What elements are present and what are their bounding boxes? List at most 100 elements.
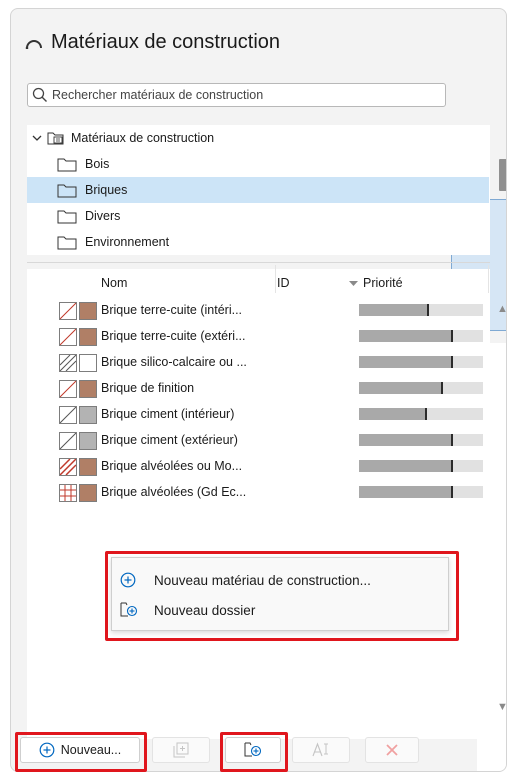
new-folder-icon: [244, 742, 262, 757]
priority-bar: [359, 434, 483, 446]
folder-icon: [57, 236, 77, 250]
hatch-pattern-icon: [59, 458, 77, 476]
menu-item-label: Nouveau matériau de construction...: [154, 572, 371, 588]
priority-bar-fill: [359, 304, 429, 316]
material-name: Brique ciment (intérieur): [101, 407, 235, 421]
bottom-toolbar: Nouveau...: [10, 732, 505, 772]
panel-title: Matériaux de construction: [25, 27, 280, 57]
new-button[interactable]: Nouveau...: [20, 737, 140, 763]
menu-item-label: Nouveau dossier: [154, 602, 256, 618]
tree-item-environnement[interactable]: Environnement: [27, 229, 489, 255]
priority-bar: [359, 460, 483, 472]
color-swatch: [79, 406, 97, 424]
priority-bar: [359, 330, 483, 342]
column-separator: [275, 265, 276, 293]
add-circle-icon: [39, 742, 55, 758]
delete-button[interactable]: [365, 737, 419, 763]
context-menu: Nouveau matériau de construction... Nouv…: [111, 557, 449, 631]
tree-item-label: Briques: [85, 183, 128, 197]
pane-divider[interactable]: [27, 262, 490, 263]
material-name: Brique terre-cuite (extéri...: [101, 329, 246, 343]
search-placeholder: Rechercher matériaux de construction: [52, 88, 264, 102]
table-row[interactable]: Brique alvéolées ou Mo...: [27, 453, 490, 479]
table-row[interactable]: Brique ciment (extérieur): [27, 427, 490, 453]
color-swatch: [79, 484, 97, 502]
add-circle-icon: [120, 572, 136, 588]
priority-bar-fill: [359, 408, 427, 420]
table-row[interactable]: Brique de finition: [27, 375, 490, 401]
color-swatch: [79, 328, 97, 346]
tree-item-label: Environnement: [85, 235, 170, 249]
material-name: Brique de finition: [101, 381, 195, 395]
new-folder-button[interactable]: [225, 737, 281, 763]
list-header: Nom ID Priorité: [27, 265, 490, 297]
column-header-priority[interactable]: Priorité: [363, 276, 403, 290]
folder-icon: [57, 184, 77, 198]
new-folder-icon: [120, 602, 138, 617]
material-name: Brique terre-cuite (intéri...: [101, 303, 243, 317]
duplicate-icon: [173, 742, 189, 758]
material-name: Brique alvéolées (Gd Ec...: [101, 485, 247, 499]
material-name: Brique ciment (extérieur): [101, 433, 238, 447]
priority-bar-fill: [359, 356, 453, 368]
building-materials-panel: Matériaux de construction Rechercher mat…: [10, 8, 507, 772]
folder-icon: [57, 210, 77, 224]
table-row[interactable]: Brique alvéolées (Gd Ec...: [27, 479, 490, 505]
search-row: Rechercher matériaux de construction: [27, 83, 506, 771]
tree-item-divers[interactable]: Divers: [27, 203, 489, 229]
tree-root[interactable]: Matériaux de construction: [27, 125, 489, 151]
priority-bar: [359, 304, 483, 316]
sort-desc-icon: [349, 281, 358, 286]
folder-icon: [57, 158, 77, 172]
material-name: Brique alvéolées ou Mo...: [101, 459, 243, 473]
priority-bar-fill: [359, 434, 453, 446]
hatch-pattern-icon: [59, 484, 77, 502]
folder-tree: Matériaux de construction Bois Briques D…: [27, 125, 490, 255]
rename-button[interactable]: [292, 737, 350, 763]
table-row[interactable]: Brique terre-cuite (intéri...: [27, 297, 490, 323]
priority-bar-fill: [359, 460, 453, 472]
priority-bar-fill: [359, 330, 453, 342]
search-input[interactable]: Rechercher matériaux de construction: [27, 83, 446, 107]
hatch-pattern-icon: [59, 380, 77, 398]
materials-list: Nom ID Priorité Brique terre-cuite (inté…: [27, 265, 490, 739]
chevron-down-icon[interactable]: [31, 132, 43, 144]
tree-root-label: Matériaux de construction: [71, 131, 215, 145]
hatch-pattern-icon: [59, 432, 77, 450]
tree-item-label: Divers: [85, 209, 121, 223]
arc-icon: [25, 40, 42, 49]
column-header-id[interactable]: ID: [277, 276, 290, 290]
column-separator: [488, 265, 489, 293]
tree-item-briques[interactable]: Briques: [27, 177, 489, 203]
table-row[interactable]: Brique terre-cuite (extéri...: [27, 323, 490, 349]
scroll-up-icon[interactable]: ▲: [497, 303, 506, 315]
menu-item-new-folder[interactable]: Nouveau dossier: [112, 596, 448, 624]
hatch-pattern-icon: [59, 406, 77, 424]
scroll-down-icon[interactable]: ▼: [497, 701, 506, 713]
delete-icon: [386, 744, 398, 756]
priority-bar-fill: [359, 486, 453, 498]
color-swatch: [79, 432, 97, 450]
hatch-pattern-icon: [59, 354, 77, 372]
table-row[interactable]: Brique ciment (intérieur): [27, 401, 490, 427]
priority-bar: [359, 356, 483, 368]
library-folder-icon: [47, 132, 64, 145]
menu-item-new-material[interactable]: Nouveau matériau de construction...: [112, 566, 448, 594]
color-swatch: [79, 302, 97, 320]
panel-title-text: Matériaux de construction: [51, 30, 281, 53]
search-icon: [32, 87, 47, 102]
hatch-pattern-icon: [59, 328, 77, 346]
column-header-name[interactable]: Nom: [101, 276, 127, 290]
material-name: Brique silico-calcaire ou ...: [101, 355, 247, 369]
color-swatch: [79, 380, 97, 398]
duplicate-button[interactable]: [152, 737, 210, 763]
hatch-pattern-icon: [59, 302, 77, 320]
tree-item-bois[interactable]: Bois: [27, 151, 489, 177]
color-swatch: [79, 354, 97, 372]
priority-bar: [359, 486, 483, 498]
tree-scrollbar-thumb[interactable]: [499, 159, 506, 191]
color-swatch: [79, 458, 97, 476]
table-row[interactable]: Brique silico-calcaire ou ...: [27, 349, 490, 375]
priority-bar: [359, 408, 483, 420]
new-button-label: Nouveau...: [60, 743, 122, 757]
